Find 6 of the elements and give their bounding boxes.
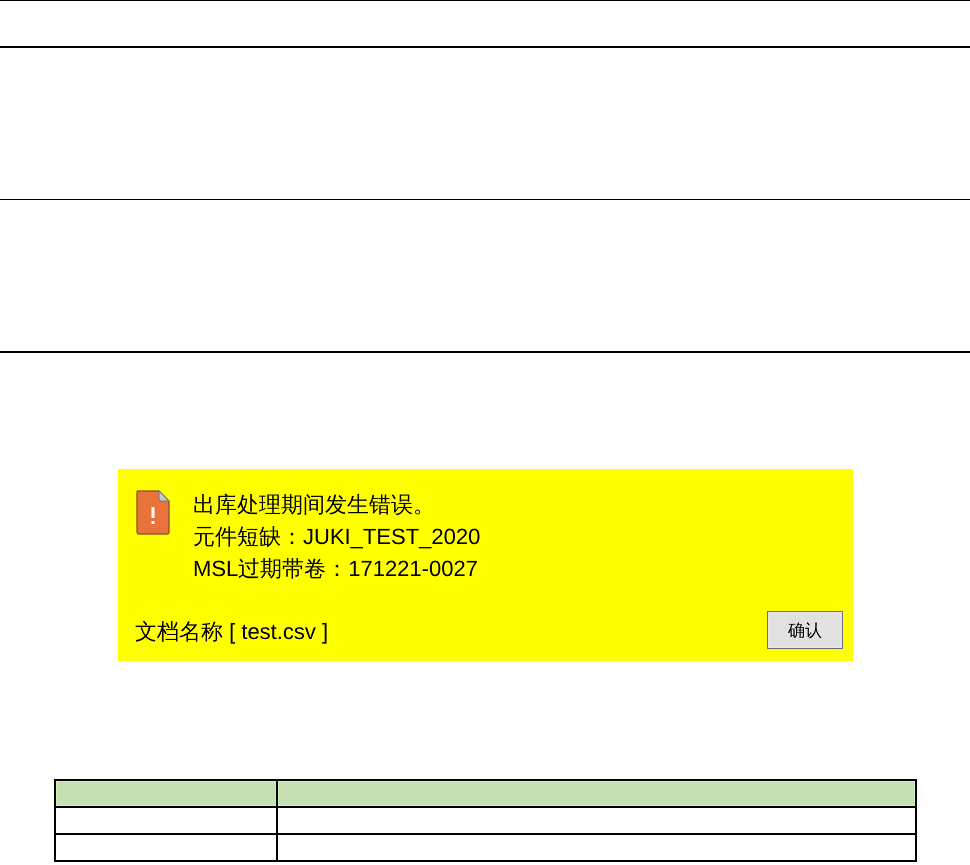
error-message-line: 元件短缺：JUKI_TEST_2020 — [193, 523, 480, 551]
confirm-button[interactable]: 确认 — [767, 611, 843, 649]
warning-file-icon — [135, 489, 171, 535]
error-message-line: 出库处理期间发生错误。 — [193, 491, 436, 519]
error-message-line: MSL过期带卷：171221-0027 — [193, 555, 479, 583]
file-name-label: 文档名称 [ test.csv ] — [135, 618, 328, 646]
